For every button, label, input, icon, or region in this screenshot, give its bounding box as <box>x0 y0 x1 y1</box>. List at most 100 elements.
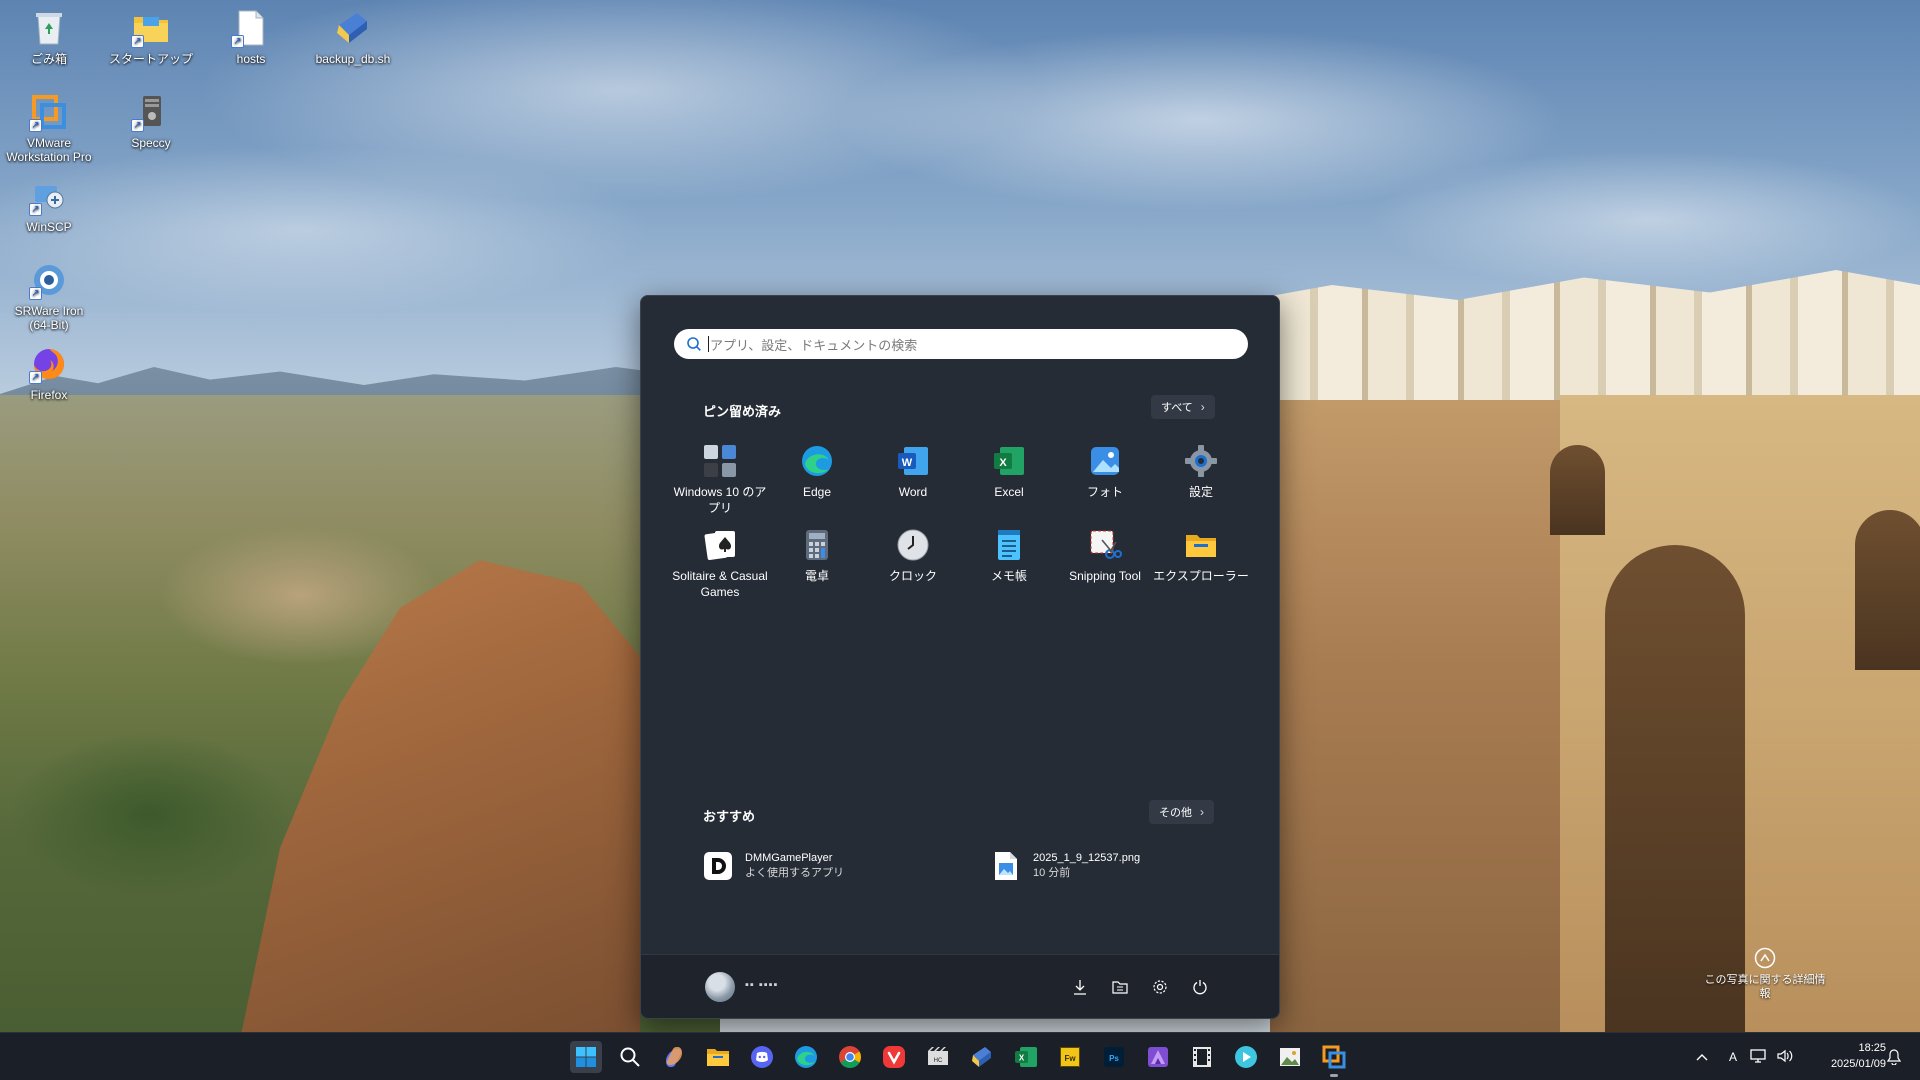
taskbar-chrome[interactable] <box>834 1041 866 1073</box>
more-button[interactable]: その他 › <box>1149 800 1214 824</box>
pinned-app-file-explorer[interactable]: エクスプローラー <box>1153 528 1249 584</box>
desktop-icon-label: SRWare Iron (64-Bit) <box>14 304 84 332</box>
pinned-app-windows10[interactable]: Windows 10 のアプリ <box>672 444 768 516</box>
taskbar-video-editor[interactable] <box>1186 1041 1218 1073</box>
taskbar-media-player[interactable] <box>1230 1041 1262 1073</box>
recommended-item[interactable]: 2025_1_9_12537.png 10 分前 <box>991 851 1140 881</box>
svg-text:Ps: Ps <box>1109 1054 1119 1063</box>
edge-icon <box>800 444 834 478</box>
excel-icon: X <box>992 444 1026 478</box>
documents-button[interactable] <box>1108 975 1132 999</box>
taskbar-edge[interactable] <box>790 1041 822 1073</box>
notepad-icon <box>992 528 1026 562</box>
pinned-app-photos[interactable]: フォト <box>1057 444 1153 500</box>
taskbar-image-viewer[interactable] <box>1274 1041 1306 1073</box>
taskbar-search-button[interactable] <box>614 1041 646 1073</box>
app-label: 電卓 <box>804 569 829 583</box>
user-name[interactable]: ▪▪ ▪▪▪▪ <box>745 979 778 991</box>
settings-button[interactable] <box>1148 975 1172 999</box>
pinned-app-notepad[interactable]: メモ帳 <box>961 528 1057 584</box>
desktop-icon-speccy[interactable]: ↗ Speccy <box>106 92 196 150</box>
start-icon <box>576 1047 596 1067</box>
pinned-app-settings[interactable]: 設定 <box>1153 444 1249 500</box>
network-icon[interactable] <box>1750 1048 1768 1067</box>
search-icon <box>687 337 701 351</box>
taskbar-media-player-classic[interactable]: HC <box>922 1041 954 1073</box>
taskbar-vmware[interactable] <box>1318 1041 1350 1077</box>
svg-text:X: X <box>999 457 1007 469</box>
winscp-icon: ↗ <box>29 176 69 216</box>
chevron-right-icon: › <box>1200 805 1204 819</box>
recommended-title: 2025_1_9_12537.png <box>1033 852 1141 864</box>
taskbar-fireworks[interactable]: Fw <box>1054 1041 1086 1073</box>
app-label: エクスプローラー <box>1153 569 1249 583</box>
desktop-icon-startup[interactable]: ↗ スタートアップ <box>106 8 196 66</box>
firefox-icon: ↗ <box>29 344 69 384</box>
start-menu: アプリ、設定、ドキュメントの検索 ピン留め済み すべて › Windows 10… <box>640 295 1280 1019</box>
desktop-icon-srware-iron[interactable]: ↗ SRWare Iron (64-Bit) <box>4 260 94 332</box>
desktop-icon-winscp[interactable]: ↗ WinSCP <box>4 176 94 234</box>
file-icon: ↗ <box>231 8 271 48</box>
show-hidden-icons-chevron-icon[interactable] <box>1692 1050 1712 1064</box>
app-label: Solitaire & Casual Games <box>672 569 768 599</box>
bell-icon <box>1887 1049 1901 1065</box>
taskbar: HC X Fw Ps A 18:25 2025/01/09 <box>0 1032 1920 1080</box>
photoshop-icon: Ps <box>1104 1047 1124 1067</box>
folder-shortcut-icon: ↗ <box>131 8 171 48</box>
taskbar-photoshop[interactable]: Ps <box>1098 1041 1130 1073</box>
ime-indicator[interactable]: A <box>1724 1050 1742 1064</box>
settings-gear-icon <box>1184 444 1218 478</box>
pinned-app-excel[interactable]: X Excel <box>961 444 1057 500</box>
desktop-icon-vmware[interactable]: ↗ VMware Workstation Pro <box>4 92 94 164</box>
power-button[interactable] <box>1188 975 1212 999</box>
app-label: 設定 <box>1188 485 1213 499</box>
taskbar-start-button[interactable] <box>570 1041 602 1073</box>
desktop-icon-recycle-bin[interactable]: ごみ箱 <box>4 8 94 66</box>
speccy-icon: ↗ <box>131 92 171 132</box>
app-label: Excel <box>994 485 1024 499</box>
fireworks-icon: Fw <box>1060 1047 1080 1067</box>
app-label: クロック <box>888 569 937 583</box>
pinned-app-solitaire[interactable]: Solitaire & Casual Games <box>672 528 768 600</box>
taskbar-script-editor[interactable] <box>966 1041 998 1073</box>
volume-icon[interactable] <box>1776 1048 1794 1067</box>
app-label: Edge <box>802 485 832 499</box>
taskbar-discord[interactable] <box>746 1041 778 1073</box>
dmm-game-player-icon <box>703 851 733 881</box>
pinned-app-edge[interactable]: Edge <box>769 444 865 500</box>
text-caret <box>708 336 709 352</box>
recommended-item[interactable]: DMMGamePlayer よく使用するアプリ <box>703 851 844 881</box>
app-label: Windows 10 のアプリ <box>673 485 767 515</box>
start-search-box[interactable]: アプリ、設定、ドキュメントの検索 <box>674 329 1248 359</box>
taskbar-file-explorer[interactable] <box>702 1041 734 1073</box>
file-explorer-icon <box>1184 528 1218 562</box>
vivaldi-icon <box>883 1046 905 1068</box>
solitaire-icon <box>703 528 737 562</box>
script-icon <box>333 8 373 48</box>
pinned-app-calculator[interactable]: 電卓 <box>769 528 865 584</box>
user-avatar[interactable] <box>705 972 735 1002</box>
svg-text:X: X <box>1019 1054 1025 1063</box>
taskbar-copilot[interactable] <box>658 1041 690 1073</box>
desktop-icon-hosts[interactable]: ↗ hosts <box>206 8 296 66</box>
taskbar-clock[interactable]: 18:25 2025/01/09 <box>1812 1040 1886 1072</box>
pinned-app-clock[interactable]: クロック <box>865 528 961 584</box>
more-label: その他 <box>1159 807 1192 819</box>
desktop-icon-backup-db[interactable]: backup_db.sh <box>308 8 398 66</box>
pinned-app-snipping-tool[interactable]: Snipping Tool <box>1057 528 1153 584</box>
taskbar-affinity-photo[interactable] <box>1142 1041 1174 1073</box>
taskbar-vivaldi[interactable] <box>878 1041 910 1073</box>
recycle-bin-icon <box>29 8 69 48</box>
all-apps-label: すべて <box>1161 402 1193 414</box>
notifications-button[interactable] <box>1880 1043 1908 1071</box>
downloads-button[interactable] <box>1068 975 1092 999</box>
taskbar-excel[interactable]: X <box>1010 1041 1042 1073</box>
snipping-tool-icon <box>1088 528 1122 562</box>
media-player-icon <box>1235 1046 1257 1068</box>
all-apps-button[interactable]: すべて › <box>1151 395 1215 419</box>
pinned-app-word[interactable]: W Word <box>865 444 961 500</box>
recommended-subtitle: よく使用するアプリ <box>745 867 844 879</box>
desktop-icon-firefox[interactable]: ↗ Firefox <box>4 344 94 402</box>
desktop-icon-label: Firefox <box>30 388 68 402</box>
photo-info-widget[interactable]: この写真に関する詳細情報 <box>1700 947 1830 1001</box>
